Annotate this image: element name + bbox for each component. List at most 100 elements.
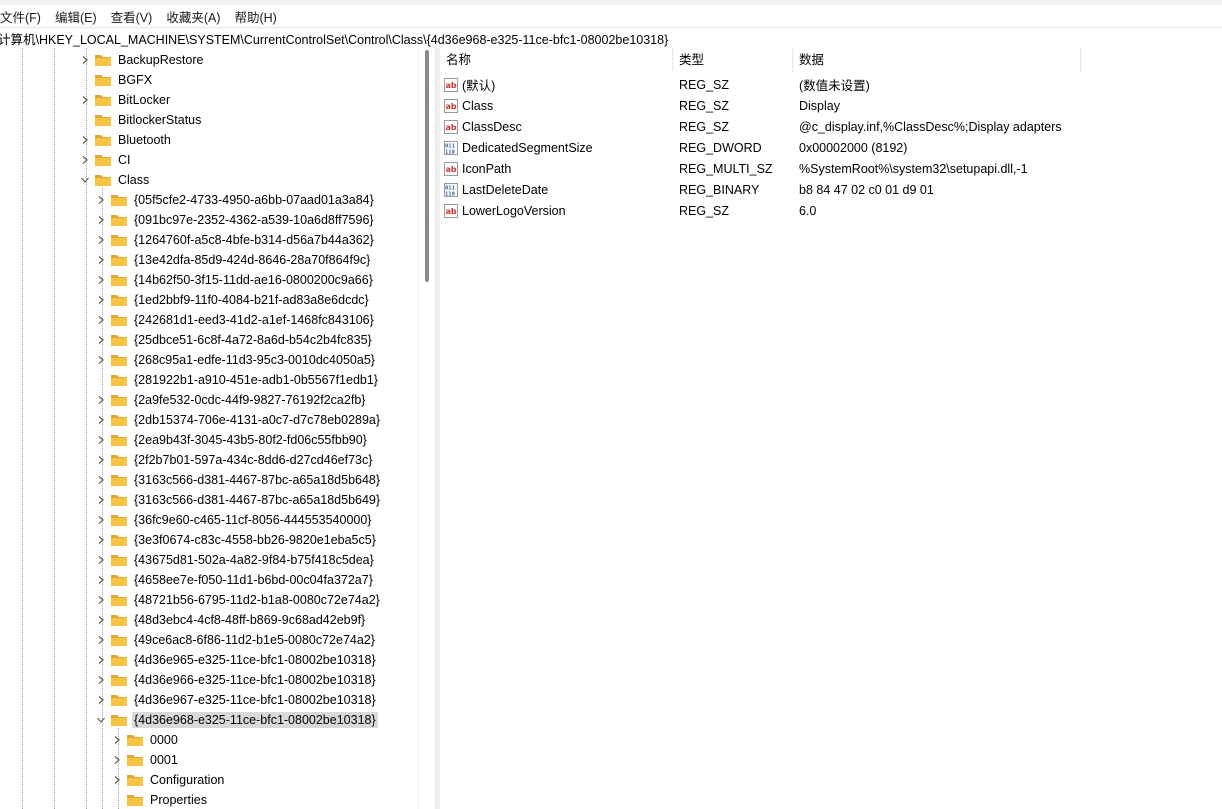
tree-item[interactable]: {4d36e966-e325-11ce-bfc1-08002be10318} — [94, 670, 378, 690]
value-row[interactable]: ab LowerLogoVersion REG_SZ 6.0 — [440, 200, 1222, 221]
tree-item[interactable]: {4d36e968-e325-11ce-bfc1-08002be10318} — [94, 710, 378, 730]
tree-item[interactable]: {242681d1-eed3-41d2-a1ef-1468fc843106} — [94, 310, 376, 330]
expand-chevron-icon[interactable] — [94, 390, 108, 410]
tree-item[interactable]: Bluetooth — [78, 130, 173, 150]
expand-chevron-icon[interactable] — [78, 90, 92, 110]
expand-chevron-icon[interactable] — [94, 630, 108, 650]
tree-item[interactable]: {2a9fe532-0cdc-44f9-9827-76192f2ca2fb} — [94, 390, 367, 410]
tree-item-label[interactable]: {25dbce51-6c8f-4a72-8a6d-b54c2b4fc835} — [132, 332, 374, 348]
address-path[interactable]: 计算机\HKEY_LOCAL_MACHINE\SYSTEM\CurrentCon… — [0, 29, 668, 48]
tree-item-label[interactable]: {36fc9e60-c465-11cf-8056-444553540000} — [132, 512, 373, 528]
expand-chevron-icon[interactable] — [94, 590, 108, 610]
expand-chevron-icon[interactable] — [94, 670, 108, 690]
value-name-cell[interactable]: ab IconPath — [440, 161, 673, 176]
tree-item[interactable]: {2ea9b43f-3045-43b5-80f2-fd06c55fbb90} — [94, 430, 369, 450]
tree-item-label[interactable]: {48d3ebc4-4cf8-48ff-b869-9c68ad42eb9f} — [132, 612, 367, 628]
tree-item-label[interactable]: BGFX — [116, 72, 154, 88]
tree-item[interactable]: {14b62f50-3f15-11dd-ae16-0800200c9a66} — [94, 270, 375, 290]
menu-favorites[interactable]: 收藏夹(A) — [166, 7, 228, 26]
value-name-cell[interactable]: 011 110 LastDeleteDate — [440, 182, 673, 197]
column-name-header[interactable]: 名称 — [440, 48, 673, 72]
tree-item-label[interactable]: Bluetooth — [116, 132, 173, 148]
column-type-header[interactable]: 类型 — [673, 48, 793, 72]
expand-chevron-icon[interactable] — [94, 270, 108, 290]
tree-item-label[interactable]: {48721b56-6795-11d2-b1a8-0080c72e74a2} — [132, 592, 382, 608]
expand-chevron-icon[interactable] — [94, 690, 108, 710]
tree-item-label[interactable]: {1264760f-a5c8-4bfe-b314-d56a7b44a362} — [132, 232, 376, 248]
tree-item[interactable]: {13e42dfa-85d9-424d-8646-28a70f864f9c} — [94, 250, 372, 270]
tree-item-label[interactable]: 0000 — [148, 732, 180, 748]
tree-item-label[interactable]: {4d36e968-e325-11ce-bfc1-08002be10318} — [132, 712, 378, 728]
tree-item[interactable]: {091bc97e-2352-4362-a539-10a6d8ff7596} — [94, 210, 376, 230]
tree-item[interactable]: BGFX — [78, 70, 154, 90]
tree-item-label[interactable]: BitLocker — [116, 92, 172, 108]
tree-item[interactable]: Class — [78, 170, 151, 190]
value-row[interactable]: ab IconPath REG_MULTI_SZ %SystemRoot%\syste… — [440, 158, 1222, 179]
expand-chevron-icon[interactable] — [94, 410, 108, 430]
tree-item[interactable]: CI — [78, 150, 133, 170]
tree-item[interactable]: {48721b56-6795-11d2-b1a8-0080c72e74a2} — [94, 590, 382, 610]
value-name-cell[interactable]: ab Class — [440, 98, 673, 113]
expand-chevron-icon[interactable] — [78, 130, 92, 150]
tree-item[interactable]: {3163c566-d381-4467-87bc-a65a18d5b648} — [94, 470, 382, 490]
tree-item[interactable]: {25dbce51-6c8f-4a72-8a6d-b54c2b4fc835} — [94, 330, 374, 350]
menu-help[interactable]: 帮助(H) — [234, 7, 284, 26]
tree-item-label[interactable]: 0001 — [148, 752, 180, 768]
expand-chevron-icon[interactable] — [94, 230, 108, 250]
tree-item[interactable]: {49ce6ac8-6f86-11d2-b1e5-0080c72e74a2} — [94, 630, 377, 650]
tree-item-label[interactable]: {268c95a1-edfe-11d3-95c3-0010dc4050a5} — [132, 352, 377, 368]
expand-chevron-icon[interactable] — [110, 750, 124, 770]
tree-scrollbar-thumb[interactable] — [425, 50, 429, 282]
tree-item-label[interactable]: {3163c566-d381-4467-87bc-a65a18d5b649} — [132, 492, 382, 508]
tree-item-label[interactable]: Properties — [148, 792, 209, 808]
tree-item[interactable]: {3163c566-d381-4467-87bc-a65a18d5b649} — [94, 490, 382, 510]
tree-item[interactable]: {281922b1-a910-451e-adb1-0b5567f1edb1} — [94, 370, 380, 390]
expand-chevron-icon[interactable] — [94, 450, 108, 470]
value-row[interactable]: ab (默认) REG_SZ (数值未设置) — [440, 74, 1222, 95]
expand-chevron-icon[interactable] — [78, 150, 92, 170]
tree-item-label[interactable]: {2ea9b43f-3045-43b5-80f2-fd06c55fbb90} — [132, 432, 369, 448]
value-row[interactable]: ab ClassDesc REG_SZ @c_display.inf,%ClassDe… — [440, 116, 1222, 137]
tree-item[interactable]: BackupRestore — [78, 50, 205, 70]
tree-item-label[interactable]: {1ed2bbf9-11f0-4084-b21f-ad83a8e6dcdc} — [132, 292, 371, 308]
address-bar[interactable]: 计算机\HKEY_LOCAL_MACHINE\SYSTEM\CurrentCon… — [0, 27, 1222, 49]
tree-item[interactable]: {268c95a1-edfe-11d3-95c3-0010dc4050a5} — [94, 350, 377, 370]
tree-item-label[interactable]: {2db15374-706e-4131-a0c7-d7c78eb0289a} — [132, 412, 382, 428]
tree-item[interactable]: {36fc9e60-c465-11cf-8056-444553540000} — [94, 510, 373, 530]
tree-item[interactable]: {43675d81-502a-4a82-9f84-b75f418c5dea} — [94, 550, 376, 570]
expand-chevron-icon[interactable] — [94, 490, 108, 510]
tree-item[interactable]: Properties — [110, 790, 209, 809]
expand-chevron-icon[interactable] — [94, 210, 108, 230]
value-row[interactable]: 011 110 DedicatedSegmentSize REG_DWORD 0x000… — [440, 137, 1222, 158]
expand-chevron-icon[interactable] — [94, 530, 108, 550]
key-tree[interactable]: BackupRestore BGFX BitLocker BitlockerStatu… — [0, 48, 418, 809]
tree-item-label[interactable]: {14b62f50-3f15-11dd-ae16-0800200c9a66} — [132, 272, 375, 288]
value-row[interactable]: 011 110 LastDeleteDate REG_BINARY b8 84 47 0… — [440, 179, 1222, 200]
tree-item-label[interactable]: {13e42dfa-85d9-424d-8646-28a70f864f9c} — [132, 252, 372, 268]
expand-chevron-icon[interactable] — [94, 650, 108, 670]
tree-item-label[interactable]: Class — [116, 172, 151, 188]
expand-chevron-icon[interactable] — [94, 350, 108, 370]
collapse-chevron-icon[interactable] — [78, 170, 92, 190]
tree-item-label[interactable]: {242681d1-eed3-41d2-a1ef-1468fc843106} — [132, 312, 376, 328]
tree-item-label[interactable]: {3163c566-d381-4467-87bc-a65a18d5b648} — [132, 472, 382, 488]
tree-item-label[interactable]: BitlockerStatus — [116, 112, 203, 128]
column-data-header[interactable]: 数据 — [793, 48, 1081, 72]
tree-item[interactable]: {05f5cfe2-4733-4950-a6bb-07aad01a3a84} — [94, 190, 376, 210]
tree-item[interactable]: {2f2b7b01-597a-434c-8dd6-d27cd46ef73c} — [94, 450, 374, 470]
value-name-cell[interactable]: 011 110 DedicatedSegmentSize — [440, 140, 673, 155]
tree-item[interactable]: 0000 — [110, 730, 180, 750]
expand-chevron-icon[interactable] — [94, 470, 108, 490]
expand-chevron-icon[interactable] — [110, 770, 124, 790]
expand-chevron-icon[interactable] — [94, 610, 108, 630]
tree-scrollbar[interactable] — [418, 48, 436, 809]
expand-chevron-icon[interactable] — [94, 330, 108, 350]
tree-item-label[interactable]: {091bc97e-2352-4362-a539-10a6d8ff7596} — [132, 212, 376, 228]
tree-item[interactable]: 0001 — [110, 750, 180, 770]
expand-chevron-icon[interactable] — [94, 570, 108, 590]
value-name-cell[interactable]: ab ClassDesc — [440, 119, 673, 134]
tree-item[interactable]: {48d3ebc4-4cf8-48ff-b869-9c68ad42eb9f} — [94, 610, 367, 630]
expand-chevron-icon[interactable] — [94, 250, 108, 270]
tree-item-label[interactable]: {4d36e967-e325-11ce-bfc1-08002be10318} — [132, 692, 378, 708]
value-row[interactable]: ab Class REG_SZ Display — [440, 95, 1222, 116]
